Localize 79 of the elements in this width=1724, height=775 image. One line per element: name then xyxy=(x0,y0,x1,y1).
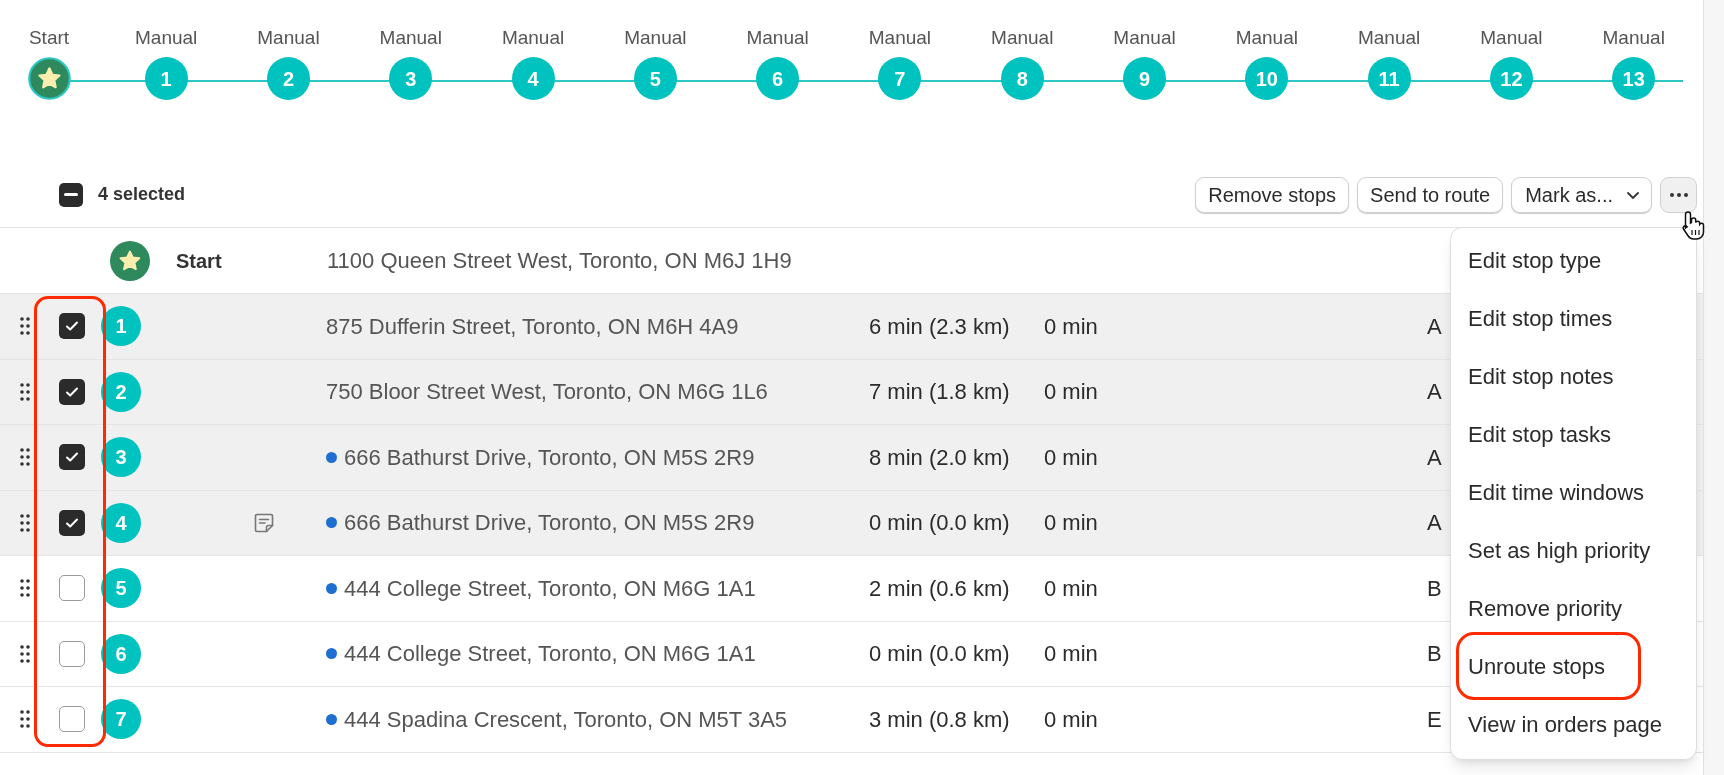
wait-time: 0 min xyxy=(1044,705,1099,734)
row-checkbox[interactable] xyxy=(59,509,85,536)
menu-item[interactable]: Edit stop times xyxy=(1468,301,1613,335)
step-label: Manual xyxy=(1602,27,1665,49)
stop-number-marker: 2 xyxy=(101,371,141,412)
stop-address: 750 Bloor Street West, Toronto, ON M6G 1L6 xyxy=(326,378,768,407)
table-cell-text: A xyxy=(1427,509,1442,538)
scrollbar-track[interactable] xyxy=(1703,0,1724,775)
stop-address: 666 Bathurst Drive, Toronto, ON M5S 2R9 xyxy=(344,509,755,538)
drive-time: 0 min (0.0 km) xyxy=(869,640,1011,669)
menu-item[interactable]: Edit stop notes xyxy=(1468,359,1614,393)
drag-handle-icon[interactable] xyxy=(20,579,30,598)
table-cell-text: B xyxy=(1427,574,1442,603)
stop-address: 444 College Street, Toronto, ON M6G 1A1 xyxy=(344,574,756,603)
wait-time: 0 min xyxy=(1044,312,1099,341)
menu-item[interactable]: Unroute stops xyxy=(1468,649,1605,683)
row-checkbox[interactable] xyxy=(59,313,85,340)
menu-item[interactable]: View in orders page xyxy=(1468,707,1663,741)
table-cell-text: E xyxy=(1427,705,1442,734)
drag-handle-icon[interactable] xyxy=(20,644,30,663)
row-checkbox[interactable] xyxy=(59,706,85,733)
table-cell-text: B xyxy=(1427,640,1442,669)
wait-time: 0 min xyxy=(1044,574,1099,603)
drive-time: 3 min (0.8 km) xyxy=(869,705,1011,734)
wait-time: 0 min xyxy=(1044,640,1099,669)
selection-count: 4 selected xyxy=(98,183,186,206)
action-button[interactable]: Remove stops xyxy=(1195,176,1350,213)
more-options-button[interactable] xyxy=(1660,176,1697,213)
step-label: Manual xyxy=(1113,27,1176,49)
step-label: Manual xyxy=(135,27,198,49)
step-label: Manual xyxy=(501,27,565,49)
select-all-checkbox[interactable] xyxy=(59,182,83,207)
drag-handle-icon[interactable] xyxy=(20,710,30,729)
row-checkbox[interactable] xyxy=(59,378,85,405)
drive-time: 2 min (0.6 km) xyxy=(869,574,1011,603)
step-label: Manual xyxy=(1235,27,1298,49)
step-label: Manual xyxy=(868,27,932,49)
stop-number-marker: 5 xyxy=(101,568,141,609)
wait-time: 0 min xyxy=(1044,378,1099,407)
mark-as-dropdown[interactable]: Mark as... xyxy=(1511,176,1652,213)
stop-address: 666 Bathurst Drive, Toronto, ON M5S 2R9 xyxy=(344,443,755,472)
drag-handle-icon[interactable] xyxy=(20,317,30,336)
drag-handle-icon[interactable] xyxy=(20,382,30,401)
table-cell-text: A xyxy=(1427,378,1442,407)
row-checkbox[interactable] xyxy=(59,444,85,471)
step-label: Manual xyxy=(257,27,320,49)
stop-number-marker: 7 xyxy=(101,699,141,740)
table-cell-text: A xyxy=(1427,312,1442,341)
wait-time: 0 min xyxy=(1044,509,1099,538)
step-label: Start xyxy=(28,27,70,49)
drag-handle-icon[interactable] xyxy=(20,513,30,532)
stop-address: 1100 Queen Street West, Toronto, ON M6J 1H9 xyxy=(327,247,792,275)
drive-time: 6 min (2.3 km) xyxy=(869,312,1011,341)
stop-number-marker: 4 xyxy=(101,502,141,543)
step-label: Manual xyxy=(746,27,809,49)
stop-address: 444 College Street, Toronto, ON M6G 1A1 xyxy=(344,640,756,669)
stop-address: 444 Spadina Crescent, Toronto, ON M5T 3A5 xyxy=(344,705,788,734)
drive-time: 8 min (2.0 km) xyxy=(869,443,1011,472)
note-icon[interactable] xyxy=(253,511,275,534)
row-checkbox[interactable] xyxy=(59,640,85,667)
step-label: Manual xyxy=(379,27,442,49)
step-label: Manual xyxy=(624,27,687,49)
step-label: Manual xyxy=(1357,27,1421,49)
stop-address: 875 Dufferin Street, Toronto, ON M6H 4A9 xyxy=(326,312,739,341)
step-label: Manual xyxy=(1480,27,1543,49)
table-cell-text: A xyxy=(1427,443,1442,472)
menu-item[interactable]: Edit stop type xyxy=(1468,243,1602,277)
stop-name: Start xyxy=(176,248,223,274)
drag-handle-icon[interactable] xyxy=(20,448,30,467)
more-icon xyxy=(1668,191,1689,198)
action-button[interactable]: Send to route xyxy=(1357,176,1504,213)
drive-time: 7 min (1.8 km) xyxy=(869,378,1011,407)
stop-number-marker: 1 xyxy=(101,306,141,347)
stop-number-marker: 3 xyxy=(101,437,141,478)
stop-number-marker: 6 xyxy=(101,633,141,674)
row-checkbox[interactable] xyxy=(59,575,85,602)
drive-time: 0 min (0.0 km) xyxy=(869,509,1011,538)
step-label: Manual xyxy=(991,27,1054,49)
wait-time: 0 min xyxy=(1044,443,1099,472)
